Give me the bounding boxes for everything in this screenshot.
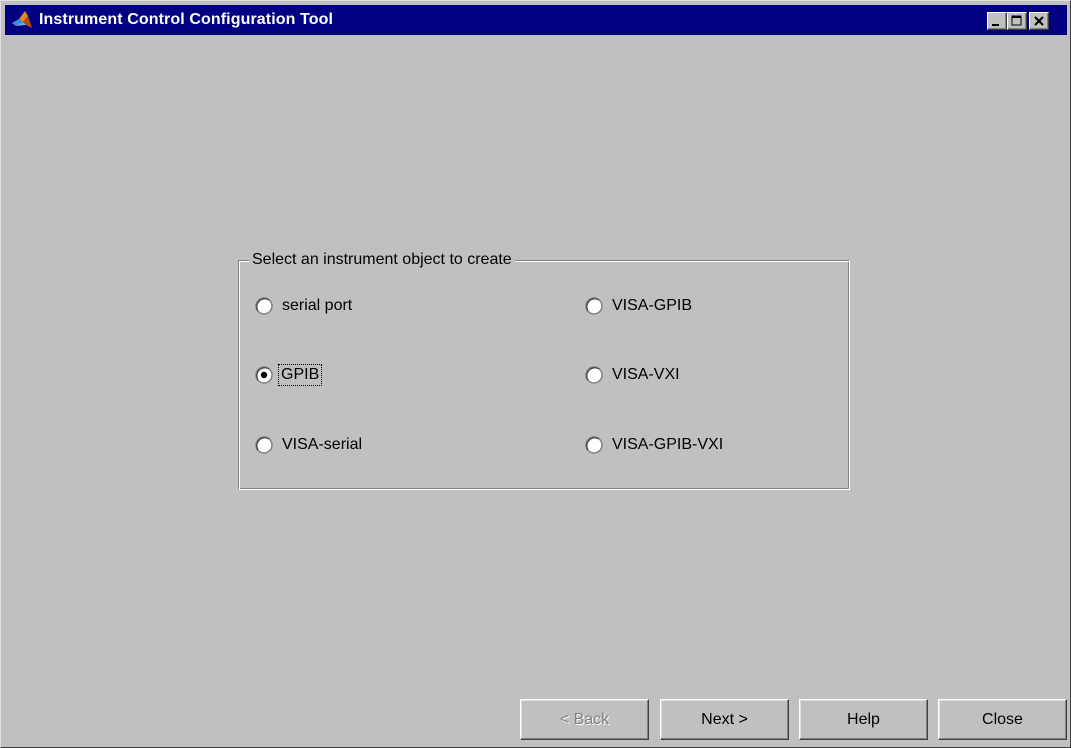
title-bar[interactable]: Instrument Control Configuration Tool bbox=[5, 5, 1067, 35]
help-button[interactable]: Help bbox=[799, 699, 928, 740]
back-button[interactable]: < Back bbox=[520, 699, 649, 740]
maximize-button[interactable] bbox=[1007, 12, 1027, 30]
minimize-icon bbox=[992, 24, 999, 26]
matlab-logo-icon bbox=[12, 11, 32, 28]
close-window-button[interactable] bbox=[1029, 12, 1049, 30]
radio-checked-icon bbox=[255, 366, 273, 384]
radio-label: serial port bbox=[282, 297, 353, 314]
radio-label: VISA-GPIB-VXI bbox=[612, 436, 724, 453]
close-button[interactable]: Close bbox=[938, 699, 1067, 740]
main-window: Instrument Control Configuration Tool Se… bbox=[0, 0, 1071, 748]
minimize-button[interactable] bbox=[987, 12, 1007, 30]
radio-unchecked-icon bbox=[255, 436, 273, 454]
radio-unchecked-icon bbox=[585, 436, 603, 454]
group-legend: Select an instrument object to create bbox=[249, 251, 515, 269]
close-icon bbox=[1034, 16, 1044, 26]
radio-label: VISA-serial bbox=[282, 436, 363, 453]
radio-unchecked-icon bbox=[585, 366, 603, 384]
radio-unchecked-icon bbox=[255, 297, 273, 315]
radio-label: VISA-GPIB bbox=[612, 297, 693, 314]
radio-label: VISA-VXI bbox=[612, 366, 680, 383]
window-title: Instrument Control Configuration Tool bbox=[39, 11, 334, 28]
instrument-type-group bbox=[238, 260, 850, 490]
radio-label: GPIB bbox=[278, 364, 323, 386]
radio-unchecked-icon bbox=[585, 297, 603, 315]
maximize-icon bbox=[1011, 15, 1022, 26]
next-button[interactable]: Next > bbox=[660, 699, 789, 740]
